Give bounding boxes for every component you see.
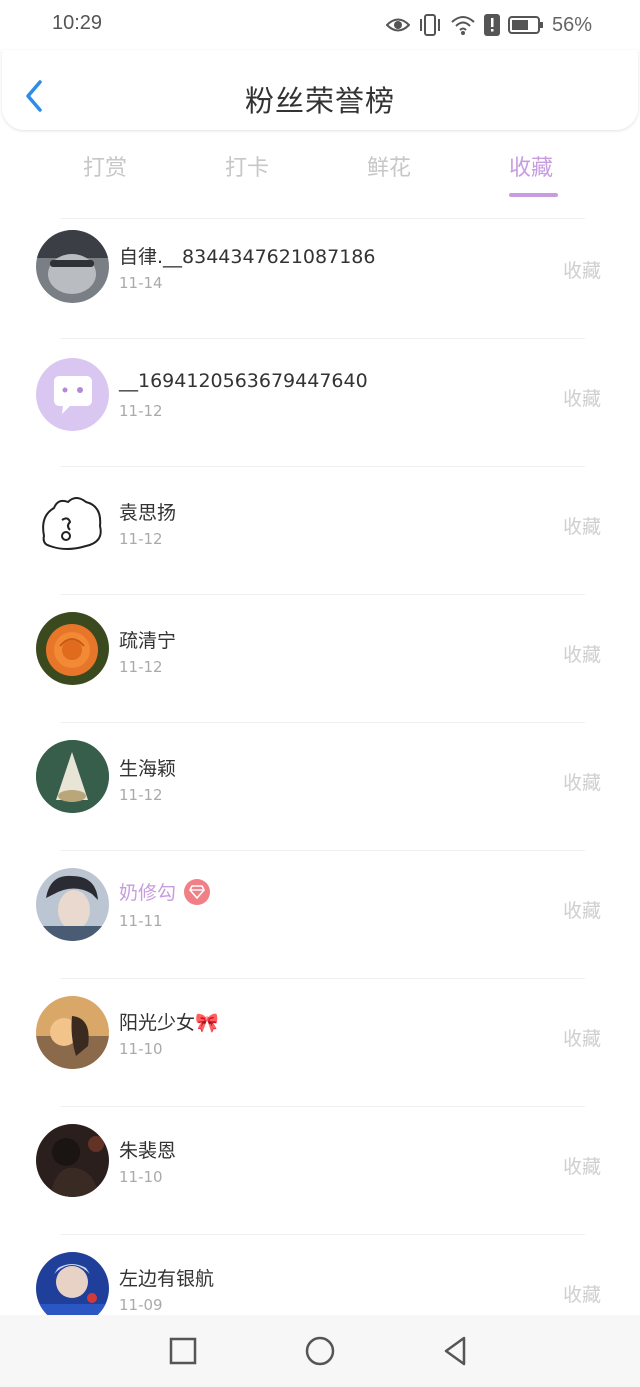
divider	[60, 850, 585, 851]
fan-name: 左边有银航	[119, 1268, 215, 1290]
avatar-image	[36, 612, 109, 685]
divider	[60, 218, 585, 219]
chat-bubble-icon	[36, 358, 109, 431]
status-icons: 56%	[385, 12, 592, 38]
favorite-label: 收藏	[563, 1284, 602, 1306]
fan-name: 阳光少女🎀	[119, 1012, 219, 1034]
app-header: 粉丝荣誉榜	[2, 50, 638, 130]
fan-name-line: 阳光少女🎀	[119, 1008, 219, 1035]
tab-active-indicator	[509, 193, 558, 197]
square-icon	[169, 1337, 197, 1365]
favorite-label: 收藏	[563, 516, 602, 538]
avatar[interactable]	[36, 996, 109, 1069]
circle-icon	[305, 1336, 335, 1366]
favorite-label: 收藏	[563, 900, 602, 922]
fan-name-line: 朱裴恩	[119, 1136, 176, 1163]
wifi-icon	[451, 16, 475, 35]
favorite-label: 收藏	[563, 1028, 602, 1050]
list-item[interactable]: 袁思扬 11-12 收藏	[0, 466, 640, 594]
fan-name-line: __1694120563679447640	[119, 370, 368, 392]
favorite-label: 收藏	[563, 260, 602, 282]
list-item[interactable]: 阳光少女🎀 11-10 收藏	[0, 978, 640, 1106]
vibrate-icon	[419, 14, 440, 36]
fan-date: 11-12	[119, 786, 163, 804]
fan-date: 11-12	[119, 658, 163, 676]
fan-name-line: 袁思扬	[119, 498, 176, 525]
divider	[60, 978, 585, 979]
cartoon-bear-icon	[36, 486, 109, 559]
fan-name: 袁思扬	[119, 502, 177, 524]
fan-name-line: 疏清宁	[119, 626, 176, 653]
avatar[interactable]	[36, 1124, 109, 1197]
favorite-label: 收藏	[563, 772, 602, 794]
list-item[interactable]: 奶修勾 11-11 收藏	[0, 850, 640, 978]
fan-name: 生海颖	[119, 758, 177, 780]
fan-date: 11-10	[119, 1168, 163, 1186]
alert-icon	[483, 14, 500, 36]
fan-name: 奶修勾	[119, 882, 177, 904]
favorite-label: 收藏	[563, 1156, 602, 1178]
triangle-left-icon	[444, 1336, 466, 1366]
battery-icon	[507, 16, 543, 34]
favorite-label: 收藏	[563, 644, 602, 666]
list-item[interactable]: 疏清宁 11-12 收藏	[0, 594, 640, 722]
divider	[60, 722, 585, 723]
page-title: 粉丝荣誉榜	[244, 84, 395, 118]
fan-date: 11-09	[119, 1296, 163, 1314]
fan-name-line: 奶修勾	[119, 878, 211, 905]
fan-name: 朱裴恩	[119, 1140, 177, 1162]
back-nav-button[interactable]	[438, 1333, 474, 1369]
favorite-label: 收藏	[563, 388, 602, 410]
list-item[interactable]: 生海颖 11-12 收藏	[0, 722, 640, 850]
list-item[interactable]: 自律.__8344347621087186 11-14 收藏	[0, 218, 640, 346]
list-item[interactable]: 朱裴恩 11-10 收藏	[0, 1106, 640, 1234]
avatar-image	[36, 740, 109, 813]
tab-flowers[interactable]: 鲜花	[367, 150, 411, 182]
fan-name: 自律.__8344347621087186	[119, 246, 376, 268]
home-button[interactable]	[302, 1333, 338, 1369]
fan-date: 11-11	[119, 912, 163, 930]
fan-date: 11-12	[119, 402, 163, 420]
battery-percent: 56%	[551, 13, 592, 36]
fan-name-line: 生海颖	[119, 754, 176, 781]
divider	[60, 1234, 585, 1235]
divider	[60, 338, 585, 339]
avatar[interactable]	[36, 358, 109, 431]
fan-date: 11-14	[119, 274, 163, 292]
recents-button[interactable]	[165, 1333, 201, 1369]
fan-name: 疏清宁	[119, 630, 177, 652]
avatar-image	[36, 230, 109, 303]
avatar[interactable]	[36, 486, 109, 559]
avatar[interactable]	[36, 868, 109, 941]
avatar-image	[36, 1124, 109, 1197]
system-nav-bar	[0, 1315, 640, 1387]
fan-date: 11-12	[119, 530, 163, 548]
avatar-image	[36, 868, 109, 941]
eye-icon	[385, 18, 410, 32]
avatar[interactable]	[36, 230, 109, 303]
tab-favorites[interactable]: 收藏	[509, 150, 553, 182]
vip-badge	[184, 878, 211, 905]
avatar-image	[36, 996, 109, 1069]
status-bar: 10:29 56%	[0, 0, 640, 50]
divider	[60, 466, 585, 467]
tab-reward[interactable]: 打赏	[83, 150, 127, 182]
divider	[60, 1106, 585, 1107]
status-time: 10:29	[52, 12, 103, 34]
list-item[interactable]: __1694120563679447640 11-12 收藏	[0, 338, 640, 466]
fan-date: 11-10	[119, 1040, 163, 1058]
fan-name-line: 自律.__8344347621087186	[119, 242, 375, 269]
avatar[interactable]	[36, 612, 109, 685]
diamond-icon	[189, 884, 205, 899]
divider	[60, 594, 585, 595]
tab-checkin[interactable]: 打卡	[225, 150, 269, 182]
fan-name: __1694120563679447640	[119, 370, 368, 392]
fan-name-line: 左边有银航	[119, 1264, 214, 1291]
avatar[interactable]	[36, 740, 109, 813]
